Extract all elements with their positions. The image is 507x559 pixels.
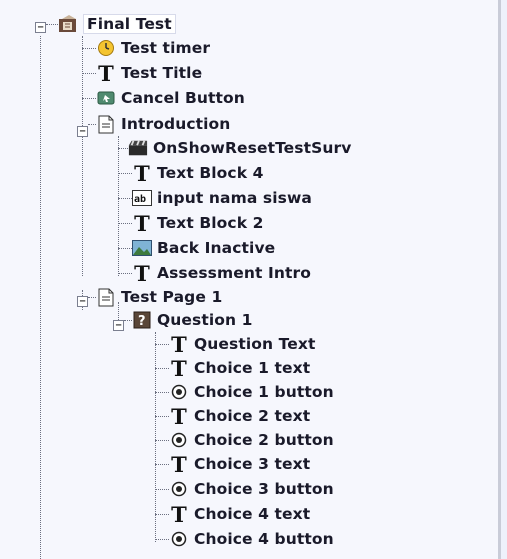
tree-connector [40,36,41,559]
tree-node-label: Text Block 2 [157,214,264,232]
tree-panel: − Final Test Test timer T Test Title Can… [0,0,501,559]
page-icon [96,287,116,307]
tree-node-label: Back Inactive [157,239,276,257]
tree-node-label: Question Text [194,335,316,353]
tree-node-back-inactive[interactable]: Back Inactive [118,236,275,260]
tree-node-choice-4-text[interactable]: T Choice 4 text [155,501,311,527]
text-icon: T [134,260,150,286]
tree-node-choice-2-button[interactable]: Choice 2 button [155,428,334,452]
tree-node-label: Test timer [121,39,211,57]
tree-node-label: Choice 1 text [194,359,311,377]
tree-node-label: Cancel Button [121,89,245,107]
collapse-toggle[interactable]: − [35,22,46,33]
tree-node-label: OnShowResetTestSurv [153,139,352,157]
tree-node-label: Choice 3 button [194,480,334,498]
tree-node-label: Choice 2 button [194,431,334,449]
tree-node-text-block-2[interactable]: T Text Block 2 [118,210,264,236]
text-icon: T [171,403,187,429]
tree-node-input-nama-siswa[interactable]: ab input nama siswa [118,186,312,210]
tree-node-label: Text Block 4 [157,164,264,182]
text-icon: T [134,210,150,236]
tree-node-label: Final Test [83,14,176,34]
collapse-toggle[interactable]: − [113,320,124,331]
text-icon: T [171,355,187,381]
final-test-icon [58,14,78,34]
text-icon: T [134,160,150,186]
tree-node-text-block-4[interactable]: T Text Block 4 [118,160,264,186]
question-icon: ? [132,310,152,330]
page-icon [96,114,116,134]
tree-node-choice-3-text[interactable]: T Choice 3 text [155,451,311,477]
tree-node-test-title[interactable]: T Test Title [82,60,203,86]
tree-node-label: Assessment Intro [157,264,312,282]
tree-node-test-timer[interactable]: Test timer [82,36,210,60]
text-icon: T [98,60,114,86]
tree-node-cancel-button[interactable]: Cancel Button [82,86,245,110]
tree-node-choice-4-button[interactable]: Choice 4 button [155,527,334,551]
tree-node-label: input nama siswa [157,189,312,207]
tree-node-label: Choice 2 text [194,407,311,425]
tree-node-test-page-1[interactable]: Test Page 1 [88,285,222,309]
image-icon [132,238,152,258]
tree-node-introduction[interactable]: Introduction [88,112,230,136]
tree-node-question-1[interactable]: ? Question 1 [124,308,253,332]
tree-node-label: Test Title [121,64,203,82]
tree-node-question-text[interactable]: T Question Text [155,331,316,357]
tree-node-label: Question 1 [157,311,253,329]
tree-node-label: Choice 4 text [194,505,311,523]
tree-node-label: Choice 3 text [194,455,311,473]
radio-button-icon [169,430,189,450]
tree-node-label: Introduction [121,115,231,133]
collapse-toggle[interactable]: − [77,126,88,137]
tree-node-final-test[interactable]: Final Test [46,12,176,36]
action-icon [128,138,148,158]
tree-node-label: Choice 1 button [194,383,334,401]
radio-button-icon [169,479,189,499]
radio-button-icon [169,382,189,402]
tree-node-assessment-intro[interactable]: T Assessment Intro [118,260,312,286]
text-icon: T [171,331,187,357]
input-field-icon: ab [132,188,152,208]
svg-text:ab: ab [134,194,146,205]
tree-node-onshowresettestsurv[interactable]: OnShowResetTestSurv [118,136,351,160]
tree-node-label: Choice 4 button [194,530,334,548]
tree-node-choice-1-button[interactable]: Choice 1 button [155,380,334,404]
radio-button-icon [169,529,189,549]
text-icon: T [171,501,187,527]
timer-icon [96,38,116,58]
tree-node-choice-3-button[interactable]: Choice 3 button [155,477,334,501]
tree-node-choice-2-text[interactable]: T Choice 2 text [155,403,311,429]
collapse-toggle[interactable]: − [77,296,88,307]
button-icon [96,88,116,108]
text-icon: T [171,451,187,477]
tree-node-label: Test Page 1 [121,288,223,306]
svg-text:?: ? [138,314,146,329]
tree-node-choice-1-text[interactable]: T Choice 1 text [155,355,311,381]
